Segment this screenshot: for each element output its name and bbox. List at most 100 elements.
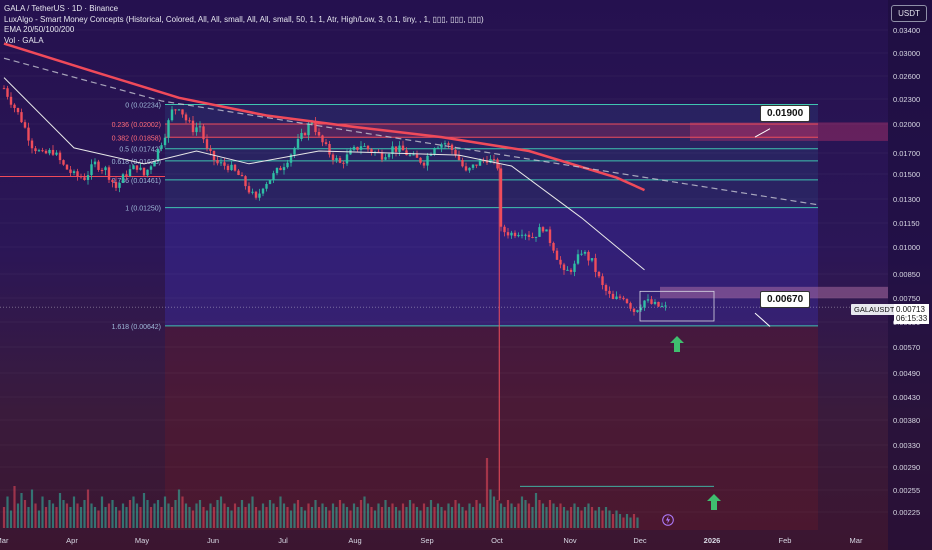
zone-discount xyxy=(165,207,818,326)
volume-bar xyxy=(625,514,629,528)
volume-bar xyxy=(608,510,611,528)
volume-bar xyxy=(506,500,510,528)
volume-bar xyxy=(296,500,300,528)
volume-bar xyxy=(212,507,216,528)
candle-body xyxy=(419,157,422,163)
candle-body xyxy=(566,269,569,271)
candle-body xyxy=(314,121,317,132)
candle-body xyxy=(121,174,125,183)
volume-bar xyxy=(118,510,121,528)
candle-body xyxy=(93,161,97,165)
volume-bar xyxy=(275,507,279,528)
y-tick-label: 0.00290 xyxy=(893,463,920,472)
volume-bar xyxy=(114,507,118,528)
volume-bar xyxy=(587,503,590,528)
candle-body xyxy=(625,299,629,304)
volume-bar xyxy=(90,503,93,528)
candle-body xyxy=(258,193,261,198)
last-price-tag: 0.00713 06:15:33 xyxy=(894,304,930,324)
symbol-title[interactable]: GALA / TetherUS · 1D · Binance xyxy=(4,4,484,15)
volume-bar xyxy=(331,503,335,528)
candle-body xyxy=(293,147,296,155)
volume-bar xyxy=(51,503,55,528)
volume-bar xyxy=(447,503,450,528)
volume-bar xyxy=(450,507,454,528)
candle-body xyxy=(188,120,191,122)
candle-body xyxy=(265,183,268,189)
volume-bar xyxy=(517,503,520,528)
candle-body xyxy=(139,167,142,170)
candle-body xyxy=(303,133,307,136)
volume-bar xyxy=(513,507,517,528)
indicator-smc[interactable]: LuxAlgo - Smart Money Concepts (Historic… xyxy=(4,15,484,26)
candle-body xyxy=(401,145,405,151)
volume-bar xyxy=(184,503,188,528)
candle-body xyxy=(286,162,289,168)
volume-bar xyxy=(107,503,111,528)
up-arrow-icon xyxy=(707,494,721,510)
lightning-icon[interactable] xyxy=(662,514,674,526)
volume-bar xyxy=(86,489,90,528)
volume-bar xyxy=(254,507,258,528)
volume-bar xyxy=(286,507,289,528)
currency-button[interactable]: USDT xyxy=(891,5,927,22)
x-tick-label: May xyxy=(135,536,149,545)
candle-body xyxy=(576,254,580,264)
candle-body xyxy=(426,155,429,166)
volume-bar xyxy=(142,493,146,528)
volume-bar xyxy=(149,507,153,528)
candle-body xyxy=(125,174,128,176)
candle-body xyxy=(615,296,618,300)
volume-bar xyxy=(177,489,181,528)
volume-bar xyxy=(569,507,573,528)
indicator-ema[interactable]: EMA 20/50/100/200 xyxy=(4,25,484,36)
candle-body xyxy=(587,251,590,261)
candle-body xyxy=(170,109,174,121)
candle-body xyxy=(76,171,79,177)
volume-bar xyxy=(349,510,352,528)
bar-countdown: 06:15:33 xyxy=(896,314,928,323)
y-tick-label: 0.01700 xyxy=(893,149,920,158)
candle-body xyxy=(650,299,653,304)
candle-body xyxy=(247,186,251,193)
y-tick-label: 0.02000 xyxy=(893,120,920,129)
price-chart[interactable]: 0 (0.02234) 0.236 (0.02002) 0.382 (0.01858… xyxy=(0,0,932,550)
volume-bar xyxy=(93,507,97,528)
volume-bar xyxy=(128,500,132,528)
candle-body xyxy=(153,161,156,167)
candle-body xyxy=(118,182,121,188)
candle-body xyxy=(317,131,321,136)
candle-body xyxy=(233,164,237,171)
candle-body xyxy=(195,127,198,133)
candle-body xyxy=(597,271,601,277)
time-axis: Mar Apr May Jun Jul Aug Sep Oct Nov Dec 2026 Feb Mar xyxy=(0,536,863,545)
volume-bar xyxy=(13,486,16,528)
candle-body xyxy=(142,167,146,176)
candle-body xyxy=(107,167,111,180)
volume-bar xyxy=(345,507,349,528)
volume-bar xyxy=(310,507,314,528)
volume-bar xyxy=(41,496,44,528)
volume-bar xyxy=(247,503,251,528)
candle-body xyxy=(9,96,13,105)
volume-bar xyxy=(482,507,485,528)
x-tick-label: Nov xyxy=(563,536,577,545)
candle-body xyxy=(209,148,212,151)
candle-body xyxy=(398,145,401,152)
volume-bar xyxy=(223,503,226,528)
volume-bar xyxy=(401,503,405,528)
candle-body xyxy=(524,234,527,236)
y-tick-label: 0.01150 xyxy=(893,219,920,228)
x-tick-label: Feb xyxy=(779,536,792,545)
volume-bar xyxy=(251,496,254,528)
candle-body xyxy=(622,297,625,300)
x-tick-label: Dec xyxy=(633,536,647,545)
volume-bar xyxy=(405,507,408,528)
y-tick-label: 0.01500 xyxy=(893,170,920,179)
volume-bar xyxy=(226,507,230,528)
volume-bar xyxy=(541,503,545,528)
candle-body xyxy=(41,150,44,152)
candle-body xyxy=(254,191,258,198)
volume-bar xyxy=(205,510,209,528)
indicator-volume[interactable]: Vol · GALA xyxy=(4,36,484,47)
